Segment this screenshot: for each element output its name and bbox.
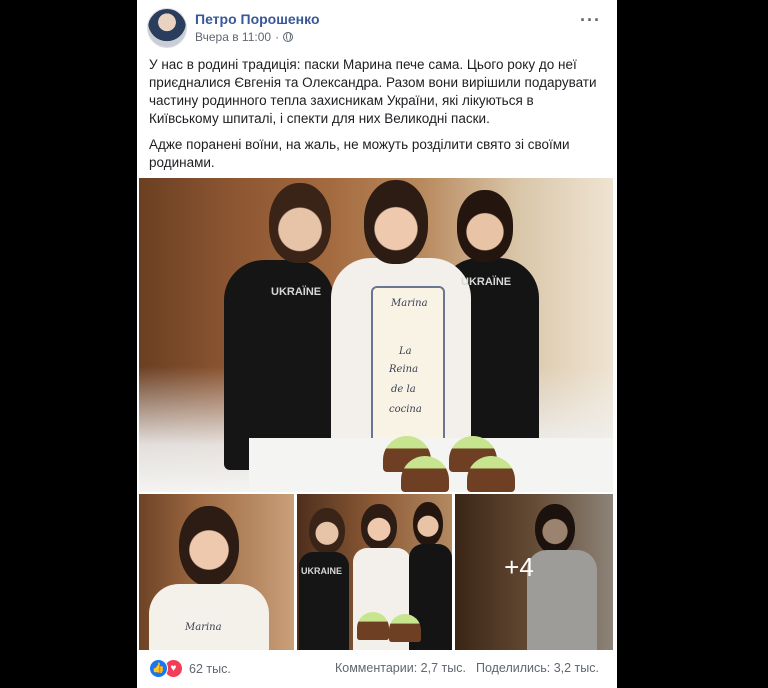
timestamp[interactable]: Вчера в 11:00 [195,30,271,44]
easter-bread [389,614,421,642]
comments-count[interactable]: Комментарии: 2,7 тыс. [335,661,466,675]
post-meta: Вчера в 11:00 · [195,30,294,44]
thumb-shirt-text: UKRAINE [301,566,343,576]
post-card: Петро Порошенко Вчера в 11:00 · ··· У на… [137,0,617,688]
apron-line-2: La [399,346,412,357]
apron-line-3: Reina [389,364,419,375]
globe-icon[interactable] [283,32,294,42]
post-paragraph-1: У нас в родині традиція: паски Марина пе… [149,57,597,126]
person-left-head [269,183,331,263]
person-head [179,506,239,586]
shirt-text-right: UKRAÏNE [461,276,512,288]
apron-line-1: Marina [391,298,428,309]
person-head [361,504,397,550]
person-body [149,584,269,650]
more-photos-overlay[interactable]: +4 [455,494,613,650]
post-text: У нас в родині традиція: паски Марина пе… [149,56,607,180]
author-name[interactable]: Петро Порошенко [195,11,320,27]
thumb-apron-text: Marina [185,622,222,633]
person-head [309,508,345,554]
apron-line-4: de la [391,384,416,395]
post-stats: Комментарии: 2,7 тыс. Поделились: 3,2 ты… [335,661,599,675]
shirt-text-left: UKRAÏNE [271,286,322,298]
ellipsis-icon[interactable]: ··· [580,10,601,31]
main-photo[interactable]: UKRAÏNE UKRAÏNE Marina La Reina de la co… [139,178,613,492]
apron-line-5: cocina [389,404,422,415]
reactions[interactable]: 👍 ♥ 62 тыс. [149,659,231,678]
post-header: Петро Порошенко Вчера в 11:00 · ··· [147,8,607,48]
like-icon: 👍 [149,659,168,678]
shares-count[interactable]: Поделились: 3,2 тыс. [476,661,599,675]
reaction-count[interactable]: 62 тыс. [189,662,231,676]
person-head [413,502,443,546]
thumbnail-photo-1[interactable]: Marina [139,494,294,650]
thumbnail-photo-3[interactable]: +4 [455,494,613,650]
avatar[interactable] [147,8,187,48]
person-right-head [457,190,513,262]
post-paragraph-2: Адже поранені воїни, на жаль, не можуть … [149,137,570,170]
post-footer: 👍 ♥ 62 тыс. Комментарии: 2,7 тыс. Подели… [147,655,607,681]
thumbnail-photo-2[interactable]: UKRAINE [297,494,452,650]
more-photos-count[interactable]: +4 [504,552,534,583]
person-center-head [364,180,428,264]
easter-bread [357,612,389,640]
